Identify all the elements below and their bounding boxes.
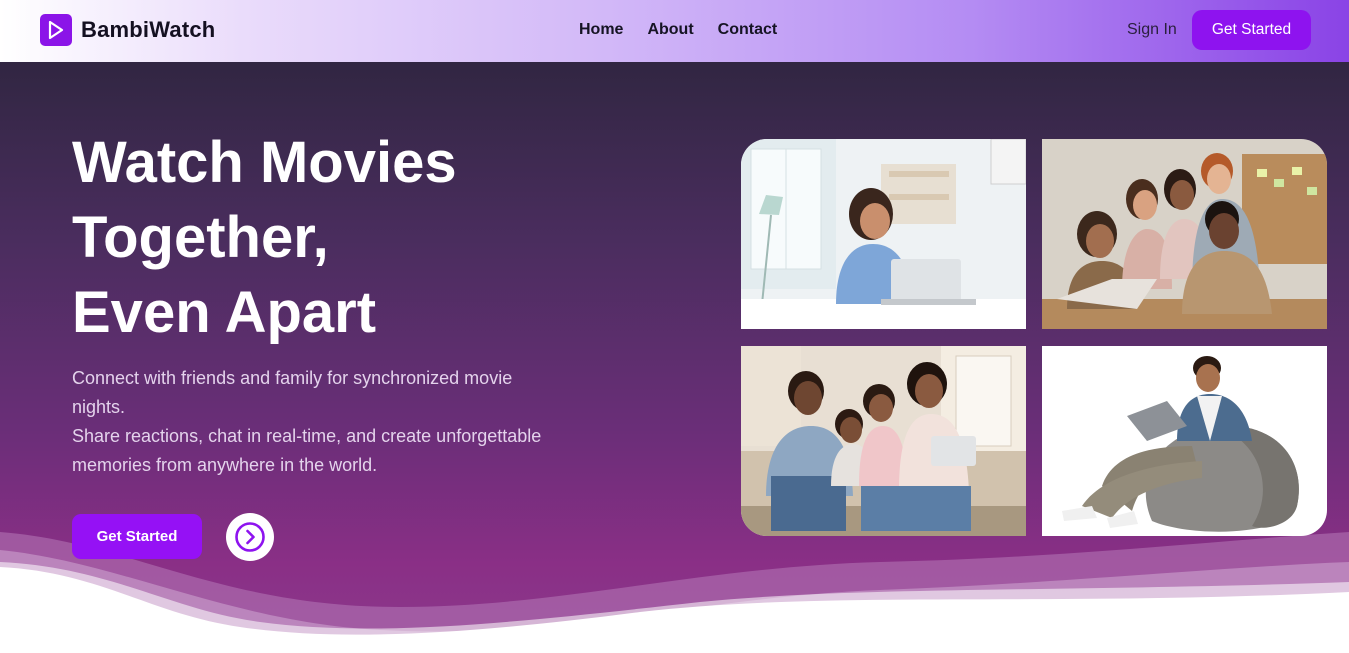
woman-working-on-laptop-photo [741, 139, 1026, 329]
hero-subtitle-line: Connect with friends and family for sync… [72, 368, 513, 388]
hero-section: Watch Movies Together, Even Apart Connec… [0, 62, 1349, 653]
hero-get-started-button[interactable]: Get Started [72, 514, 202, 559]
hero-subtitle-line: Share reactions, chat in real-time, and … [72, 426, 542, 446]
nav-link-contact[interactable]: Contact [718, 21, 778, 39]
man-on-beanbag-with-laptop-photo [1042, 346, 1327, 536]
hero-title-line: Even Apart [72, 280, 377, 345]
hero-subtitle: Connect with friends and family for sync… [72, 364, 572, 480]
top-navbar: BambiWatch Home About Contact Sign In Ge… [0, 0, 1349, 62]
main-nav: Home About Contact [579, 21, 777, 39]
play-icon [40, 14, 72, 46]
photo-gallery [741, 139, 1327, 536]
brand[interactable]: BambiWatch [40, 14, 215, 46]
group-of-friends-around-laptop-photo [1042, 139, 1327, 329]
hero-title: Watch Movies Together, Even Apart [72, 125, 632, 350]
chevron-right-circle-icon[interactable] [226, 513, 274, 561]
sign-in-link[interactable]: Sign In [1127, 21, 1177, 39]
nav-get-started-button[interactable]: Get Started [1192, 10, 1311, 50]
hero-title-line: Watch Movies [72, 130, 457, 195]
family-on-couch-with-tablet-photo [741, 346, 1026, 536]
hero-title-line: Together, [72, 205, 329, 270]
brand-name: BambiWatch [81, 17, 216, 42]
hero-subtitle-line: nights. [72, 397, 126, 417]
nav-link-home[interactable]: Home [579, 21, 623, 39]
nav-link-about[interactable]: About [647, 21, 693, 39]
hero-subtitle-line: memories from anywhere in the world. [72, 455, 378, 475]
